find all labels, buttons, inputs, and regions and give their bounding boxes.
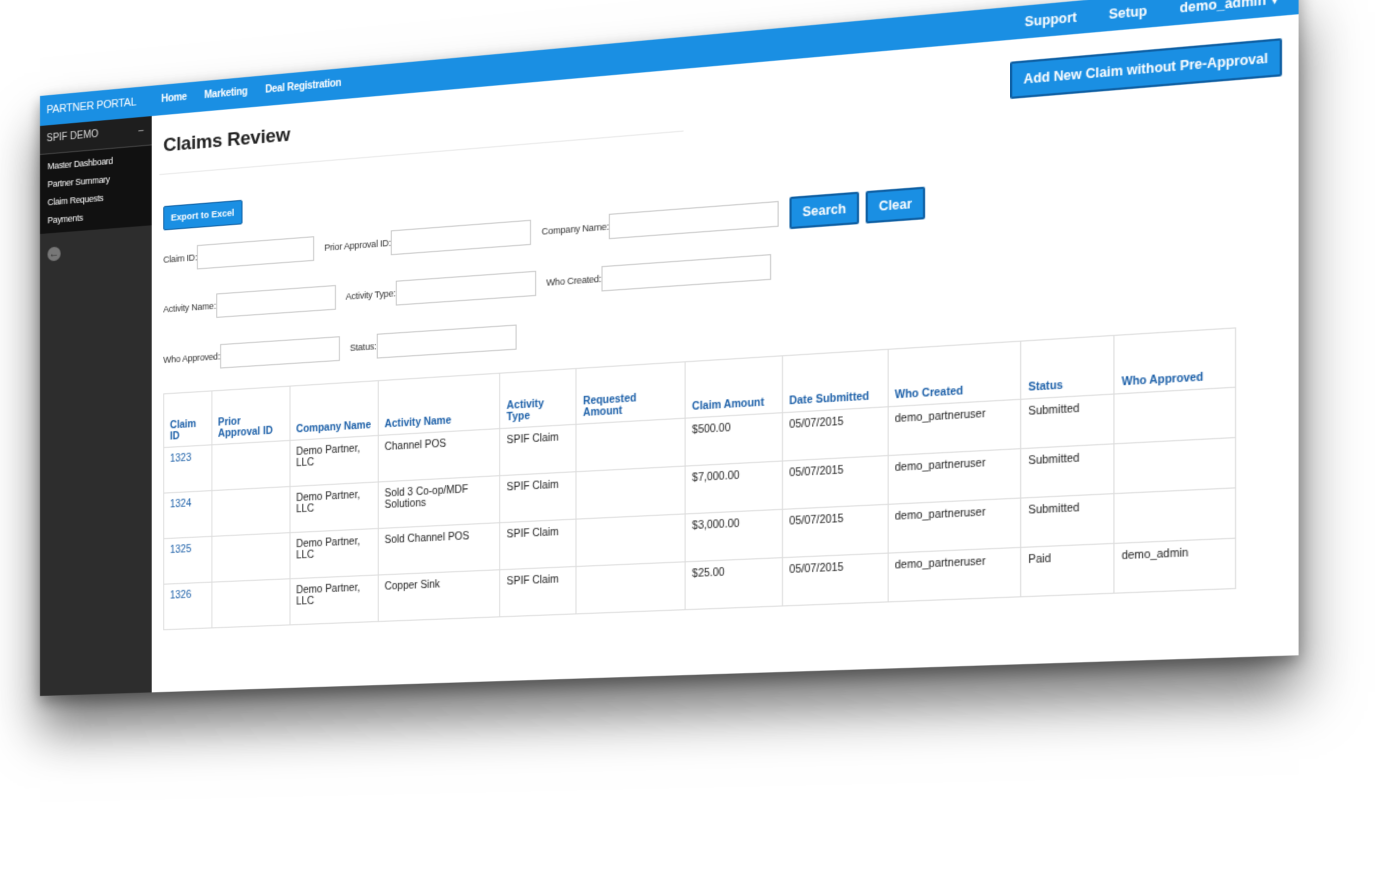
- activity-name-label: Activity Name:: [163, 300, 216, 315]
- status-input[interactable]: [376, 324, 517, 359]
- activity-name-cell: Channel POS: [378, 428, 501, 482]
- claim-id-link[interactable]: 1323: [163, 444, 212, 494]
- who-approved-input[interactable]: [220, 336, 340, 369]
- sidebar: PARTNER PORTAL SPIF DEMO − Master Dashbo…: [40, 85, 152, 697]
- export-to-excel-button[interactable]: Export to Excel: [163, 199, 243, 231]
- who-approved-cell: [1114, 437, 1236, 494]
- claim-id-label: Claim ID:: [163, 252, 198, 265]
- collapse-icon[interactable]: −: [138, 117, 144, 146]
- prior-approval-id-label: Prior Approval ID:: [324, 237, 391, 253]
- claims-table: Claim ID Prior Approval ID Company Name …: [163, 327, 1236, 630]
- prior-approval-id-cell: [211, 532, 290, 583]
- column-header-who-created[interactable]: Who Created: [887, 341, 1022, 407]
- column-header-company-name[interactable]: Company Name: [289, 380, 379, 441]
- date-submitted-cell: 05/07/2015: [782, 455, 888, 510]
- activity-type-input[interactable]: [395, 270, 536, 306]
- primary-nav: Home Marketing Deal Registration: [161, 68, 341, 115]
- who-approved-cell: [1114, 487, 1236, 544]
- column-header-claim-id[interactable]: Claim ID: [163, 390, 212, 448]
- nav-home[interactable]: Home: [161, 83, 187, 116]
- who-approved-cell: [1114, 387, 1236, 444]
- who-created-cell: demo_partneruser: [887, 399, 1022, 456]
- activity-type-cell: SPIF Claim: [500, 566, 577, 617]
- column-header-date-submitted[interactable]: Date Submitted: [782, 349, 888, 413]
- claim-amount-cell: $500.00: [685, 412, 783, 467]
- date-submitted-cell: 05/07/2015: [782, 504, 888, 558]
- who-created-cell: demo_partneruser: [887, 448, 1022, 505]
- prior-approval-id-cell: [211, 440, 290, 491]
- sidebar-section-title: SPIF DEMO: [46, 128, 99, 145]
- user-name: demo_admin: [1179, 0, 1267, 16]
- claim-amount-cell: $7,000.00: [685, 461, 783, 514]
- requested-amount-cell: [576, 466, 686, 520]
- column-header-status[interactable]: Status: [1021, 335, 1115, 400]
- prior-approval-id-cell: [211, 578, 290, 628]
- claim-id-link[interactable]: 1326: [163, 582, 212, 630]
- who-created-input[interactable]: [601, 254, 772, 292]
- who-created-cell: demo_partneruser: [887, 498, 1022, 554]
- company-name-label: Company Name:: [541, 221, 609, 237]
- requested-amount-cell: [576, 513, 686, 567]
- nav-deal-registration[interactable]: Deal Registration: [265, 68, 341, 106]
- requested-amount-cell: [576, 418, 686, 472]
- app-window: PARTNER PORTAL SPIF DEMO − Master Dashbo…: [40, 0, 1299, 697]
- page-title: Claims Review: [163, 124, 290, 157]
- claim-id-input[interactable]: [197, 236, 315, 270]
- prior-approval-id-input[interactable]: [390, 219, 532, 256]
- company-name-cell: Demo Partner, LLC: [289, 574, 379, 625]
- column-header-who-approved[interactable]: Who Approved: [1114, 327, 1236, 395]
- filter-row-1: Claim ID: Prior Approval ID: Company Nam…: [163, 186, 932, 275]
- status-cell: Paid: [1021, 543, 1115, 597]
- company-name-input[interactable]: [608, 200, 779, 240]
- who-approved-label: Who Approved:: [163, 351, 221, 366]
- claim-amount-cell: $25.00: [685, 557, 783, 610]
- claim-id-link[interactable]: 1325: [163, 536, 212, 585]
- activity-name-input[interactable]: [215, 285, 336, 318]
- column-header-requested-amount[interactable]: Requested Amount: [576, 361, 686, 425]
- sidebar-menu: Master Dashboard Partner Summary Claim R…: [40, 145, 152, 234]
- main-content: Home Marketing Deal Registration Support…: [151, 0, 1299, 692]
- arrow-left-circle-icon[interactable]: ←: [47, 246, 61, 262]
- status-cell: Submitted: [1021, 493, 1115, 548]
- filter-row-3: Who Approved: Status:: [163, 324, 526, 372]
- nav-marketing[interactable]: Marketing: [204, 77, 247, 111]
- column-header-activity-name[interactable]: Activity Name: [378, 373, 501, 436]
- activity-type-cell: SPIF Claim: [500, 519, 577, 570]
- activity-type-label: Activity Type:: [345, 288, 396, 302]
- claim-amount-cell: $3,000.00: [685, 509, 783, 562]
- activity-name-cell: Copper Sink: [378, 569, 501, 622]
- nav-support[interactable]: Support: [1025, 1, 1077, 40]
- date-submitted-cell: 05/07/2015: [782, 553, 888, 606]
- status-cell: Submitted: [1021, 394, 1115, 449]
- caret-down-icon: ▾: [1271, 0, 1278, 7]
- company-name-cell: Demo Partner, LLC: [289, 481, 379, 533]
- company-name-cell: Demo Partner, LLC: [289, 435, 379, 487]
- clear-button[interactable]: Clear: [865, 186, 926, 224]
- company-name-cell: Demo Partner, LLC: [289, 528, 379, 579]
- who-created-cell: demo_partneruser: [887, 547, 1022, 602]
- activity-name-cell: Sold Channel POS: [378, 522, 501, 575]
- who-created-label: Who Created:: [546, 273, 602, 288]
- column-header-activity-type[interactable]: Activity Type: [500, 368, 577, 429]
- status-cell: Submitted: [1021, 443, 1115, 499]
- user-menu[interactable]: demo_admin ▾: [1180, 0, 1278, 26]
- requested-amount-cell: [576, 561, 686, 614]
- column-header-claim-amount[interactable]: Claim Amount: [685, 355, 783, 419]
- status-label: Status:: [349, 341, 377, 354]
- column-header-prior-approval-id[interactable]: Prior Approval ID: [211, 386, 290, 445]
- who-approved-cell: demo_admin: [1114, 538, 1236, 594]
- user-nav: Support Setup demo_admin ▾: [1025, 0, 1278, 40]
- nav-setup[interactable]: Setup: [1109, 0, 1147, 32]
- add-new-claim-button[interactable]: Add New Claim without Pre-Approval: [1009, 38, 1283, 100]
- prior-approval-id-cell: [211, 486, 290, 537]
- activity-name-cell: Sold 3 Co-op/MDF Solutions: [378, 475, 501, 529]
- date-submitted-cell: 05/07/2015: [782, 406, 888, 462]
- search-button[interactable]: Search: [789, 191, 860, 230]
- activity-type-cell: SPIF Claim: [500, 424, 577, 476]
- activity-type-cell: SPIF Claim: [500, 471, 577, 523]
- claim-id-link[interactable]: 1324: [163, 490, 212, 539]
